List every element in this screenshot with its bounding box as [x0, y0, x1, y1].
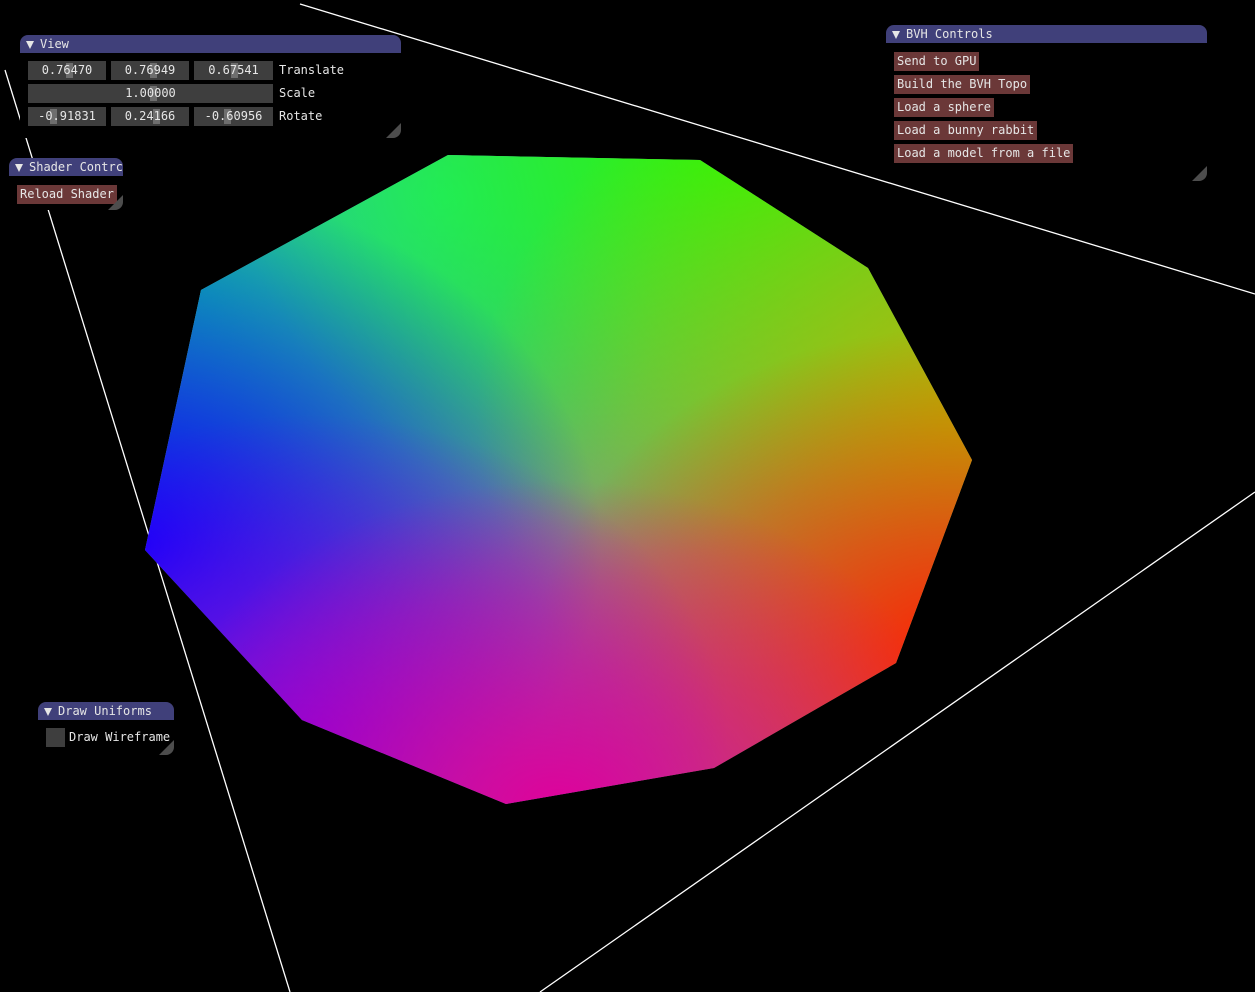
rotate-z-field[interactable]: -0.60956 [194, 107, 273, 126]
shader-window: Shader Contrc Reload Shader [9, 158, 123, 210]
translate-label: Translate [279, 63, 345, 77]
shader-window-title-bar[interactable]: Shader Contrc [9, 158, 123, 176]
view-window: View 0.76470 0.76949 0.67541 Translate 1… [20, 35, 401, 138]
build-bvh-topo-button[interactable]: Build the BVH Topo [894, 75, 1031, 94]
resize-grip-icon[interactable] [108, 195, 123, 210]
resize-grip-icon[interactable] [159, 740, 174, 755]
collapse-arrow-icon[interactable] [26, 41, 34, 49]
resize-grip-icon[interactable] [1192, 166, 1207, 181]
collapse-arrow-icon[interactable] [892, 31, 900, 39]
scale-field[interactable]: 1.00000 [28, 84, 273, 103]
load-bunny-button[interactable]: Load a bunny rabbit [894, 121, 1038, 140]
translate-z-field[interactable]: 0.67541 [194, 61, 273, 80]
load-model-file-button[interactable]: Load a model from a file [894, 144, 1074, 163]
rotate-x-field[interactable]: -0.91831 [28, 107, 106, 126]
reload-shader-button[interactable]: Reload Shader [17, 185, 117, 204]
translate-y-field[interactable]: 0.76949 [111, 61, 189, 80]
rotate-y-field[interactable]: 0.24166 [111, 107, 189, 126]
draw-uniforms-title: Draw Uniforms [58, 704, 152, 718]
send-to-gpu-button[interactable]: Send to GPU [894, 52, 980, 71]
collapse-arrow-icon[interactable] [15, 164, 23, 172]
scale-label: Scale [279, 86, 316, 100]
bvh-window-title-bar[interactable]: BVH Controls [886, 25, 1207, 43]
draw-wireframe-label: Draw Wireframe [69, 730, 171, 744]
rotate-label: Rotate [279, 109, 323, 123]
draw-wireframe-checkbox[interactable] [46, 728, 65, 747]
resize-grip-icon[interactable] [386, 123, 401, 138]
view-window-title-bar[interactable]: View [20, 35, 401, 53]
collapse-arrow-icon[interactable] [44, 708, 52, 716]
draw-uniforms-title-bar[interactable]: Draw Uniforms [38, 702, 174, 720]
view-window-title: View [40, 37, 69, 51]
draw-uniforms-window: Draw Uniforms Draw Wireframe [38, 702, 174, 755]
load-sphere-button[interactable]: Load a sphere [894, 98, 994, 117]
bvh-window-title: BVH Controls [906, 27, 993, 41]
translate-x-field[interactable]: 0.76470 [28, 61, 106, 80]
bvh-window: BVH Controls Send to GPU Build the BVH T… [886, 25, 1207, 181]
shader-window-title: Shader Contrc [29, 160, 123, 174]
sphere-mesh [145, 155, 972, 804]
